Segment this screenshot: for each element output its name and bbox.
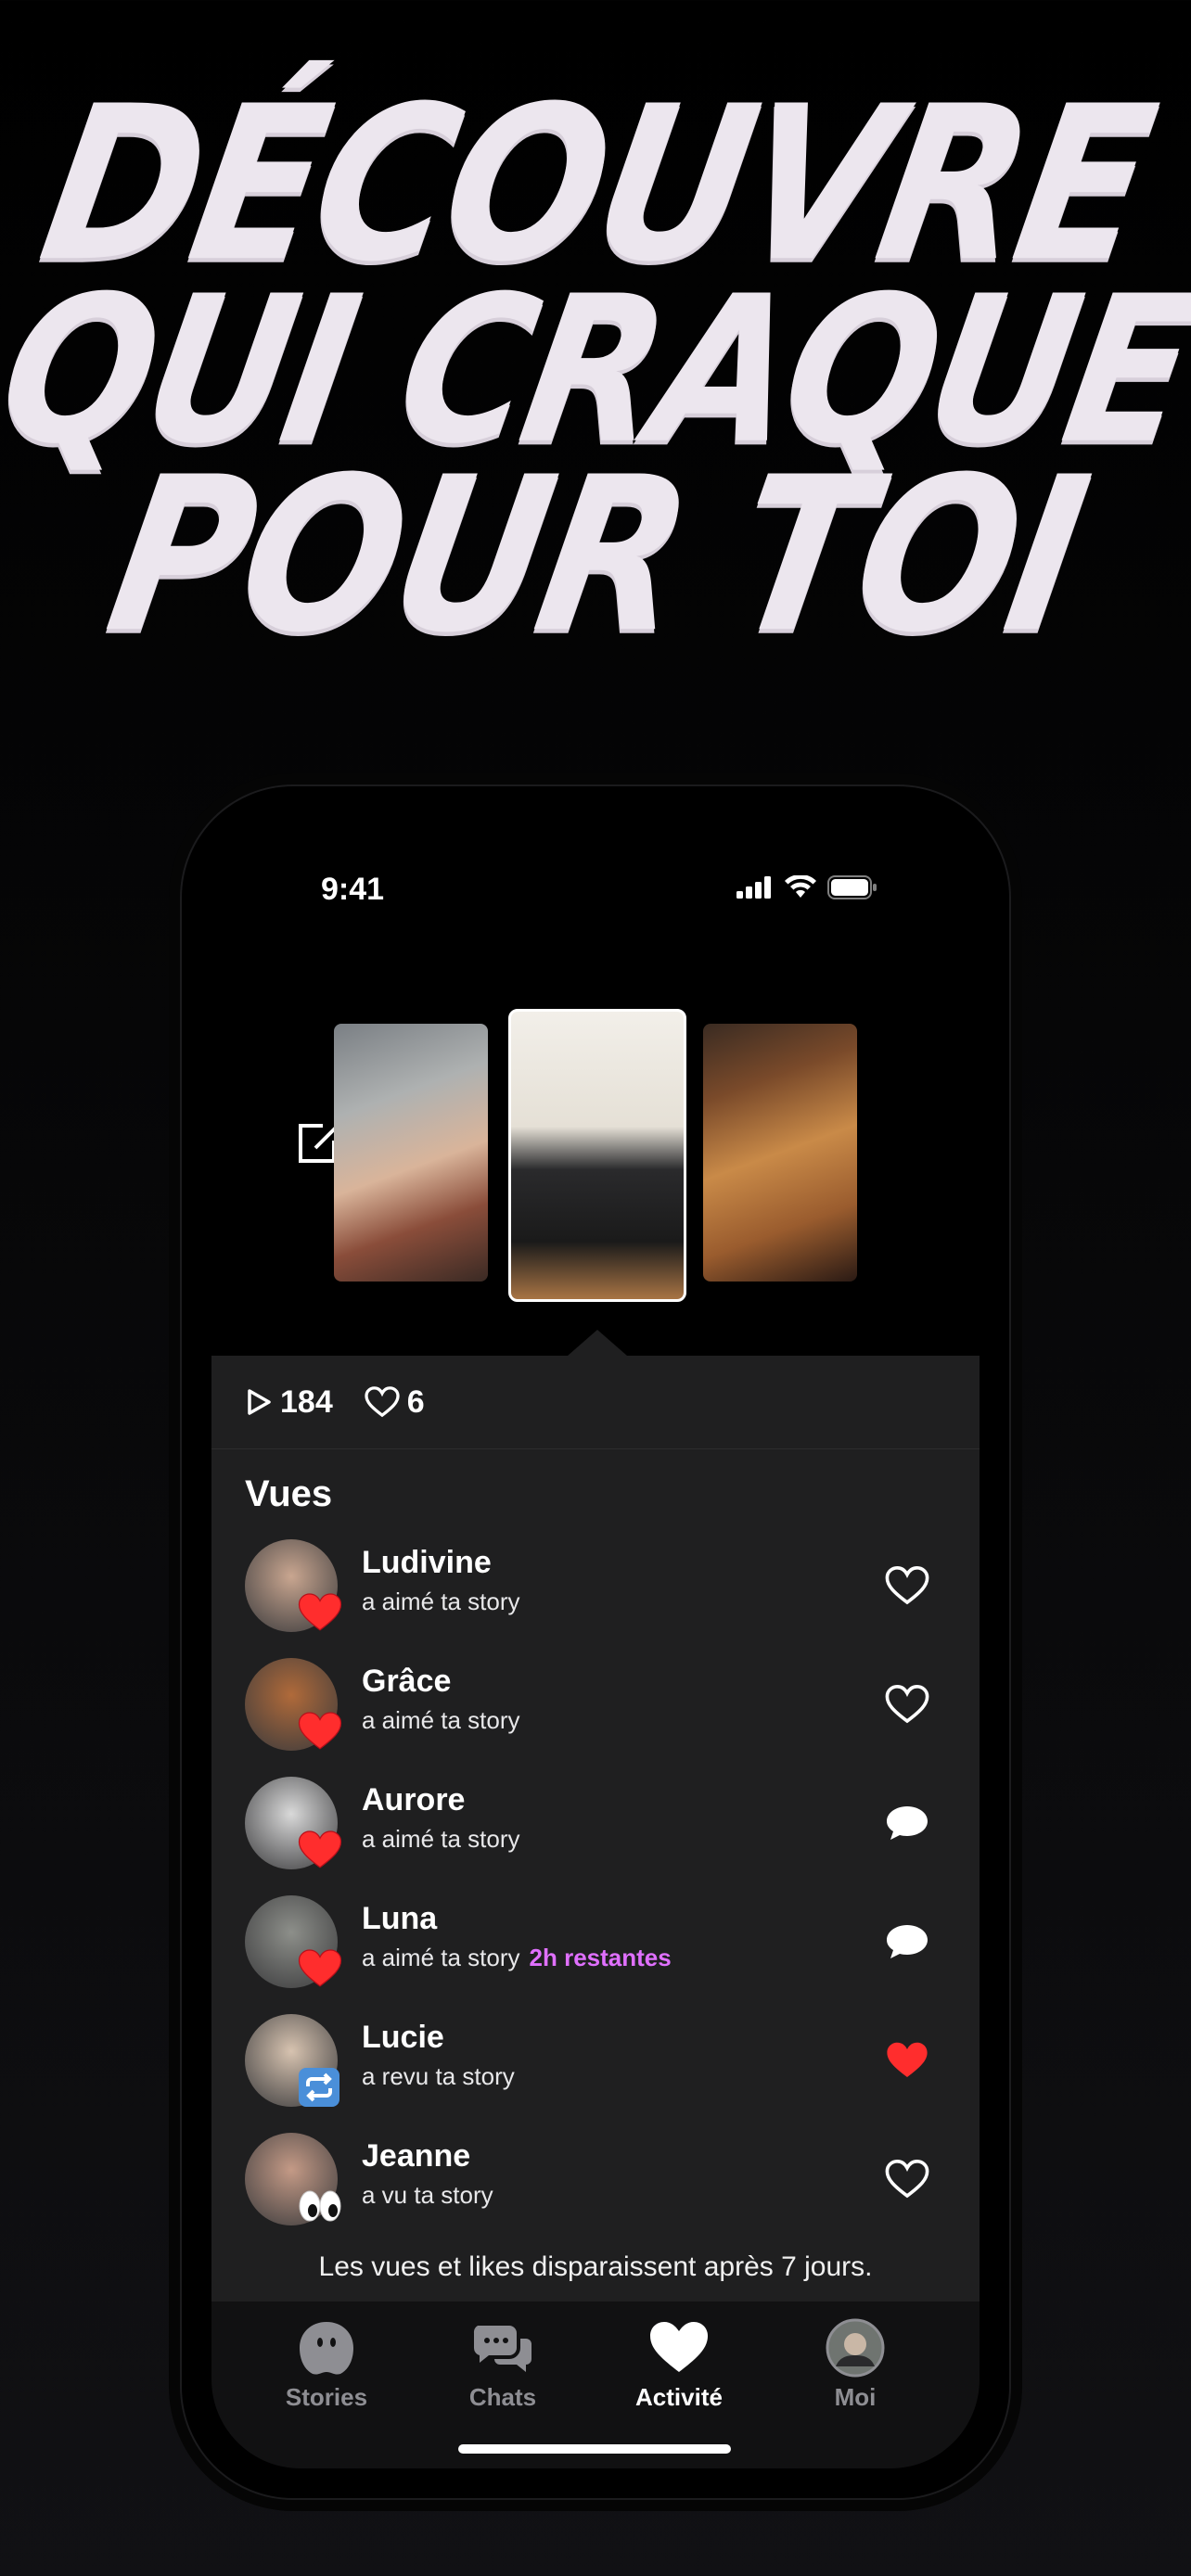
- viewer-row[interactable]: Aurore a aimé ta story: [211, 1764, 980, 1882]
- like-back-button[interactable]: [885, 2159, 929, 2200]
- viewer-activity: a aimé ta story: [362, 1706, 520, 1735]
- heart-outline-icon: [885, 2159, 929, 2199]
- heart-badge-icon: [297, 1829, 343, 1871]
- tab-label: Moi: [834, 2383, 877, 2411]
- chats-icon: [473, 2326, 531, 2372]
- signal-icon: [736, 876, 771, 899]
- viewer-activity: a aimé ta story 2h restantes: [362, 1944, 672, 1972]
- status-bar: 9:41: [211, 862, 980, 925]
- battery-icon: [827, 875, 877, 899]
- heart-badge-icon: [297, 1591, 343, 1634]
- viewer-row[interactable]: Lucie a revu ta story: [211, 2001, 980, 2120]
- compose-icon[interactable]: [295, 1120, 339, 1167]
- viewer-activity: a revu ta story: [362, 2062, 515, 2091]
- viewer-name: Grâce: [362, 1664, 452, 1699]
- repeat-badge-icon: [297, 2066, 343, 2109]
- viewer-activity: a vu ta story: [362, 2181, 493, 2210]
- views-stat: 184: [245, 1384, 333, 1421]
- activity-panel: 184 6 Vues Ludivine a aimé ta story Grâce a…: [211, 1356, 980, 2302]
- activity-text: a revu ta story: [362, 2062, 515, 2090]
- heart-filled-icon: [887, 2042, 928, 2077]
- activity-text: a aimé ta story: [362, 1588, 520, 1615]
- reply-button[interactable]: [885, 1921, 929, 1962]
- chat-bubble-icon: [887, 1925, 928, 1958]
- story-thumbnail[interactable]: [703, 1024, 857, 1282]
- heart-outline-icon: [365, 1386, 400, 1418]
- tab-activity[interactable]: Activité: [605, 2318, 753, 2412]
- story-thumbnail-selected[interactable]: [508, 1009, 686, 1302]
- promo-headline: DÉCOUVRE QUI CRAQUE POUR TOI: [0, 60, 1191, 680]
- eyes-badge-icon: [297, 2185, 343, 2227]
- like-back-button[interactable]: [885, 1684, 929, 1725]
- activity-text: a aimé ta story: [362, 1944, 520, 1971]
- tab-label: Activité: [635, 2383, 723, 2411]
- viewer-activity: a aimé ta story: [362, 1588, 520, 1616]
- likes-stat: 6: [365, 1384, 425, 1421]
- viewer-row[interactable]: Ludivine a aimé ta story: [211, 1526, 980, 1645]
- viewer-row[interactable]: Jeanne a vu ta story: [211, 2120, 980, 2238]
- repeat-icon: [299, 2068, 339, 2107]
- red-heart-icon: [298, 1949, 342, 1987]
- red-heart-icon: [298, 1830, 342, 1868]
- heart-icon: [650, 2322, 708, 2372]
- viewer-name: Aurore: [362, 1782, 466, 1817]
- reply-button[interactable]: [885, 1803, 929, 1843]
- selection-pointer: [568, 1330, 627, 1356]
- story-stats: 184 6: [211, 1356, 980, 1449]
- home-indicator[interactable]: [458, 2444, 731, 2454]
- section-title: Vues: [245, 1473, 333, 1514]
- heart-badge-icon: [297, 1710, 343, 1753]
- viewer-name: Jeanne: [362, 2138, 471, 2174]
- activity-text: a aimé ta story: [362, 1706, 520, 1734]
- heart-outline-icon: [885, 1565, 929, 1605]
- viewer-name: Lucie: [362, 2020, 444, 2055]
- tab-stories[interactable]: Stories: [252, 2318, 401, 2412]
- activity-text: a vu ta story: [362, 2181, 493, 2209]
- avatar-icon: [826, 2318, 885, 2378]
- ghost-icon: [300, 2322, 353, 2375]
- red-heart-icon: [298, 1593, 342, 1631]
- dynamic-island: [480, 862, 711, 925]
- status-time: 9:41: [321, 872, 385, 907]
- viewer-name: Ludivine: [362, 1545, 492, 1580]
- footer-note: Les vues et likes disparaissent après 7 …: [318, 2251, 873, 2282]
- wifi-icon: [785, 875, 816, 898]
- viewer-activity: a aimé ta story: [362, 1825, 520, 1854]
- story-carousel: [211, 1009, 980, 1302]
- phone-frame: 9:41 184 6 Vues Ludivine a aimé ta story…: [182, 786, 1009, 2498]
- chat-bubble-icon: [887, 1806, 928, 1840]
- story-thumbnail[interactable]: [334, 1024, 488, 1282]
- viewer-row[interactable]: Grâce a aimé ta story: [211, 1645, 980, 1764]
- likes-count: 6: [406, 1384, 425, 1420]
- activity-text: a aimé ta story: [362, 1825, 520, 1853]
- heart-outline-icon: [885, 1684, 929, 1724]
- phone-screen: 9:41 184 6 Vues Ludivine a aimé ta story…: [211, 816, 980, 2468]
- red-heart-icon: [298, 1712, 342, 1750]
- tab-label: Chats: [468, 2383, 537, 2411]
- headline-line-3: POUR TOI: [93, 431, 1098, 681]
- time-remaining: 2h restantes: [529, 1944, 672, 1971]
- tab-me[interactable]: Moi: [781, 2318, 929, 2412]
- status-icons: [736, 875, 877, 899]
- liked-button[interactable]: [885, 2040, 929, 2081]
- tab-chats[interactable]: Chats: [429, 2318, 577, 2412]
- viewer-name: Luna: [362, 1901, 438, 1936]
- heart-badge-icon: [297, 1947, 343, 1990]
- eyes-icon: [299, 2190, 341, 2222]
- viewer-row[interactable]: Luna a aimé ta story 2h restantes: [211, 1882, 980, 2001]
- viewer-list: Ludivine a aimé ta story Grâce a aimé ta st…: [211, 1526, 980, 2238]
- tab-bar: Stories Chats Activité Moi: [211, 2302, 980, 2468]
- views-count: 184: [280, 1384, 333, 1420]
- play-icon: [248, 1389, 271, 1415]
- like-back-button[interactable]: [885, 1565, 929, 1606]
- tab-label: Stories: [285, 2383, 368, 2411]
